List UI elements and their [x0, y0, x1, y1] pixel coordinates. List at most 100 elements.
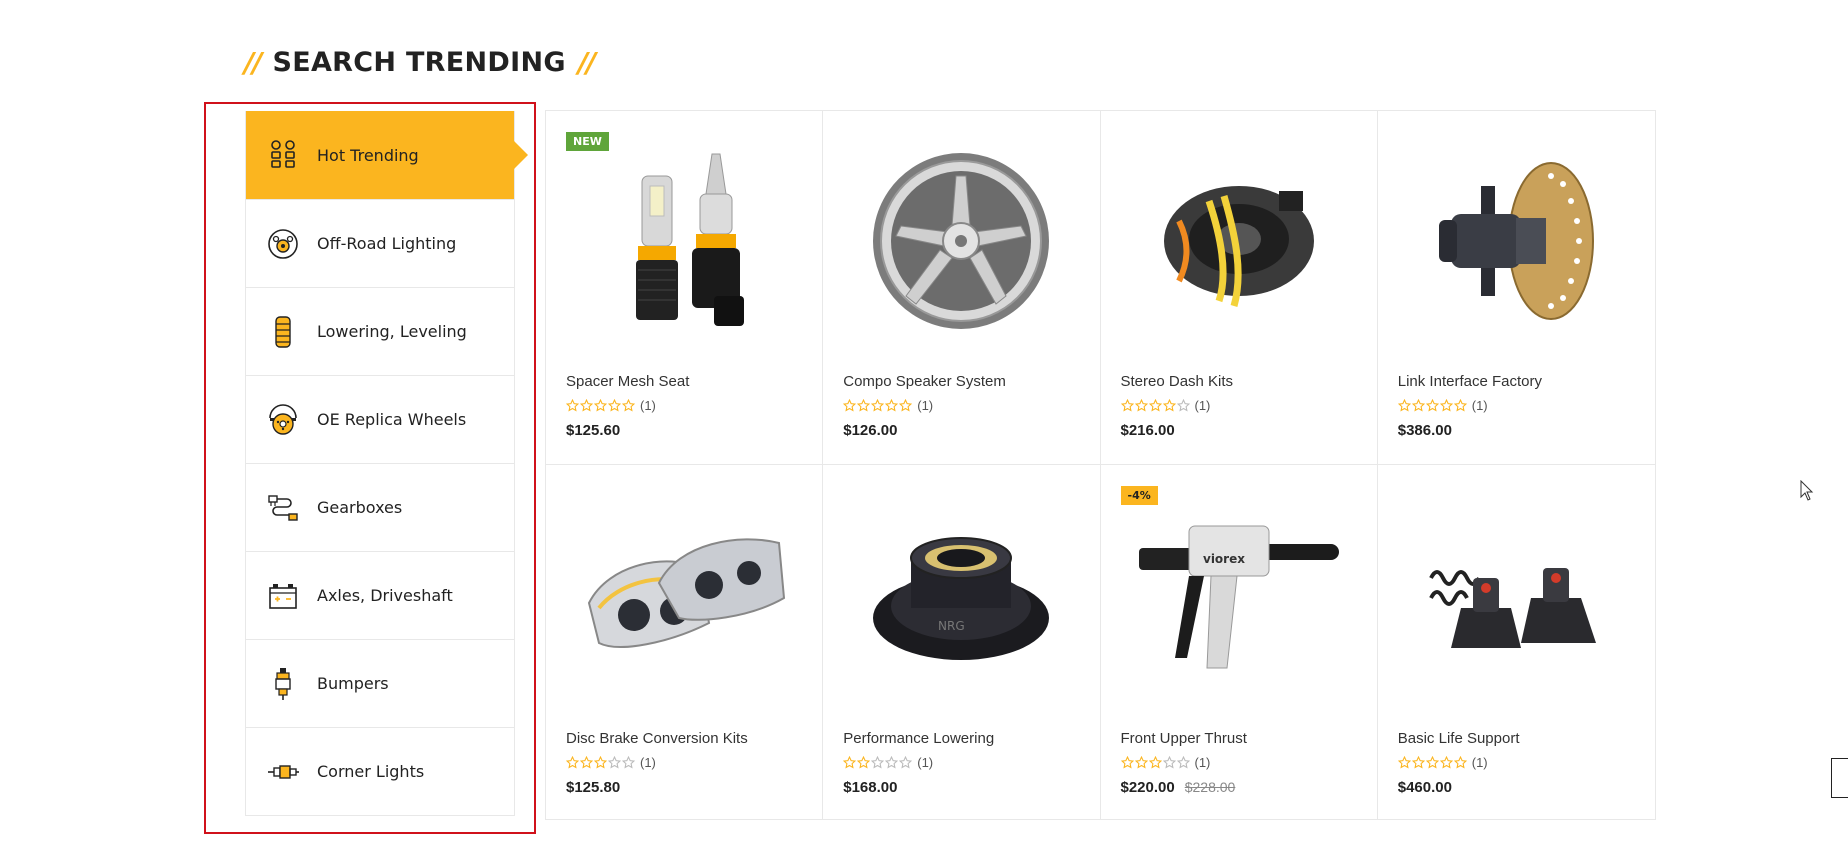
wheel-icon [266, 403, 300, 437]
current-price: $125.80 [566, 779, 621, 796]
product-card[interactable]: Link Interface Factory (1) $386.00 [1377, 111, 1655, 465]
battery-icon [266, 579, 300, 613]
old-price: $228.00 [1184, 779, 1236, 795]
product-price: $386.00 [1398, 422, 1635, 439]
sidebar-item-hot-trending[interactable]: Hot Trending [246, 111, 528, 199]
product-name[interactable]: Link Interface Factory [1398, 373, 1635, 393]
star-icon [885, 755, 899, 769]
review-count: (1) [917, 754, 934, 770]
product-card[interactable]: NRG Performance Lowering (1) $168.00 [823, 465, 1101, 819]
sidebar-item-off-road-lighting[interactable]: Off-Road Lighting [246, 199, 514, 287]
product-card[interactable]: NEW Spacer Mesh Seat (1) $125.60 [546, 111, 824, 465]
product-rating: (1) [843, 396, 1079, 414]
star-icon [1162, 755, 1176, 769]
star-icon [1411, 398, 1425, 412]
chrome-wheel-image[interactable] [843, 111, 1079, 371]
star-icon [1397, 755, 1411, 769]
side-panel-toggle[interactable] [1831, 758, 1848, 798]
product-rating: (1) [1120, 396, 1357, 414]
headlights-image[interactable] [566, 468, 802, 728]
review-count: (1) [1471, 397, 1488, 413]
spring-icon [266, 315, 300, 349]
product-name[interactable]: Compo Speaker System [843, 373, 1079, 393]
current-price: $220.00 [1120, 779, 1175, 796]
spark-plug-icon [266, 667, 300, 701]
rating-stars [843, 398, 913, 412]
dispenser-gun-image[interactable]: viorex [1121, 468, 1357, 728]
sidebar-item-bumpers[interactable]: Bumpers [246, 639, 514, 727]
current-price: $125.60 [566, 422, 621, 439]
product-price: $460.00 [1398, 779, 1635, 796]
sidebar-item-label: Gearboxes [317, 498, 403, 517]
section-title: SEARCH TRENDING [272, 47, 566, 78]
sidebar-item-lowering-leveling[interactable]: Lowering, Leveling [246, 287, 514, 375]
current-price: $126.00 [843, 422, 898, 439]
star-icon [1120, 755, 1134, 769]
sidebar-item-corner-lights[interactable]: Corner Lights [246, 727, 514, 815]
review-count: (1) [640, 754, 656, 770]
brake-hub-image[interactable] [1398, 111, 1635, 371]
product-name[interactable]: Performance Lowering [843, 730, 1079, 750]
star-icon [1176, 755, 1190, 769]
sidebar-item-oe-replica-wheels[interactable]: OE Replica Wheels [246, 375, 514, 463]
product-rating: (1) [1397, 753, 1635, 771]
star-icon [1148, 398, 1162, 412]
star-icon [843, 755, 857, 769]
sidebar-item-label: Lowering, Leveling [317, 322, 467, 341]
star-icon [608, 755, 621, 769]
product-name[interactable]: Spacer Mesh Seat [566, 373, 802, 393]
product-card[interactable]: Disc Brake Conversion Kits (1) $125.80 [546, 465, 824, 819]
star-icon [885, 398, 899, 412]
review-count: (1) [1194, 754, 1211, 770]
product-price: $220.00 $228.00 [1121, 779, 1357, 796]
star-icon [899, 398, 913, 412]
rating-stars [1397, 755, 1467, 769]
current-price: $216.00 [1120, 422, 1175, 439]
rating-stars [1120, 398, 1190, 412]
sidebar-item-axles-driveshaft[interactable]: Axles, Driveshaft [246, 551, 514, 639]
product-price: $168.00 [843, 779, 1079, 796]
new-badge: NEW [566, 132, 609, 151]
product-card[interactable]: Basic Life Support (1) $460.00 [1378, 465, 1655, 819]
product-name[interactable]: Basic Life Support [1398, 730, 1635, 750]
product-card[interactable]: -4% viorex Front Upper Thrust (1) $220.0… [1101, 465, 1378, 819]
current-price: $168.00 [843, 779, 898, 796]
product-name[interactable]: Stereo Dash Kits [1121, 373, 1357, 393]
star-icon [899, 755, 913, 769]
current-price: $386.00 [1397, 422, 1452, 439]
product-card[interactable]: Compo Speaker System (1) $126.00 [823, 111, 1101, 465]
sidebar-item-label: Axles, Driveshaft [317, 586, 453, 605]
quick-release-image[interactable]: NRG [843, 468, 1079, 728]
product-card[interactable]: Stereo Dash Kits (1) $216.00 [1100, 111, 1378, 465]
discount-badge: -4% [1120, 486, 1158, 505]
heading-slash-left: // [244, 46, 263, 79]
remote-switch-image[interactable] [1398, 468, 1635, 728]
gearbox-icon [266, 491, 300, 525]
sidebar-item-label: OE Replica Wheels [317, 410, 467, 429]
off-road-lighting-icon [266, 227, 300, 261]
rating-stars [566, 755, 635, 769]
product-name[interactable]: Front Upper Thrust [1121, 730, 1357, 750]
rating-stars [566, 398, 635, 412]
star-icon [580, 398, 593, 412]
star-icon [622, 398, 635, 412]
product-name[interactable]: Disc Brake Conversion Kits [566, 730, 802, 750]
clock-spring-image[interactable] [1121, 111, 1357, 371]
product-price: $125.80 [566, 779, 802, 796]
star-icon [1439, 755, 1453, 769]
product-rating: (1) [1397, 396, 1635, 414]
star-icon [871, 398, 885, 412]
corner-light-icon [266, 755, 300, 789]
star-icon [857, 398, 871, 412]
rating-stars [1120, 755, 1190, 769]
star-icon [1162, 398, 1176, 412]
star-icon [1134, 398, 1148, 412]
star-icon [594, 398, 607, 412]
sidebar-item-label: Off-Road Lighting [317, 234, 457, 253]
review-count: (1) [917, 397, 934, 413]
star-icon [1453, 755, 1467, 769]
star-icon [1453, 398, 1467, 412]
section-heading: // SEARCH TRENDING // [244, 46, 596, 79]
star-icon [566, 755, 579, 769]
sidebar-item-gearboxes[interactable]: Gearboxes [246, 463, 514, 551]
